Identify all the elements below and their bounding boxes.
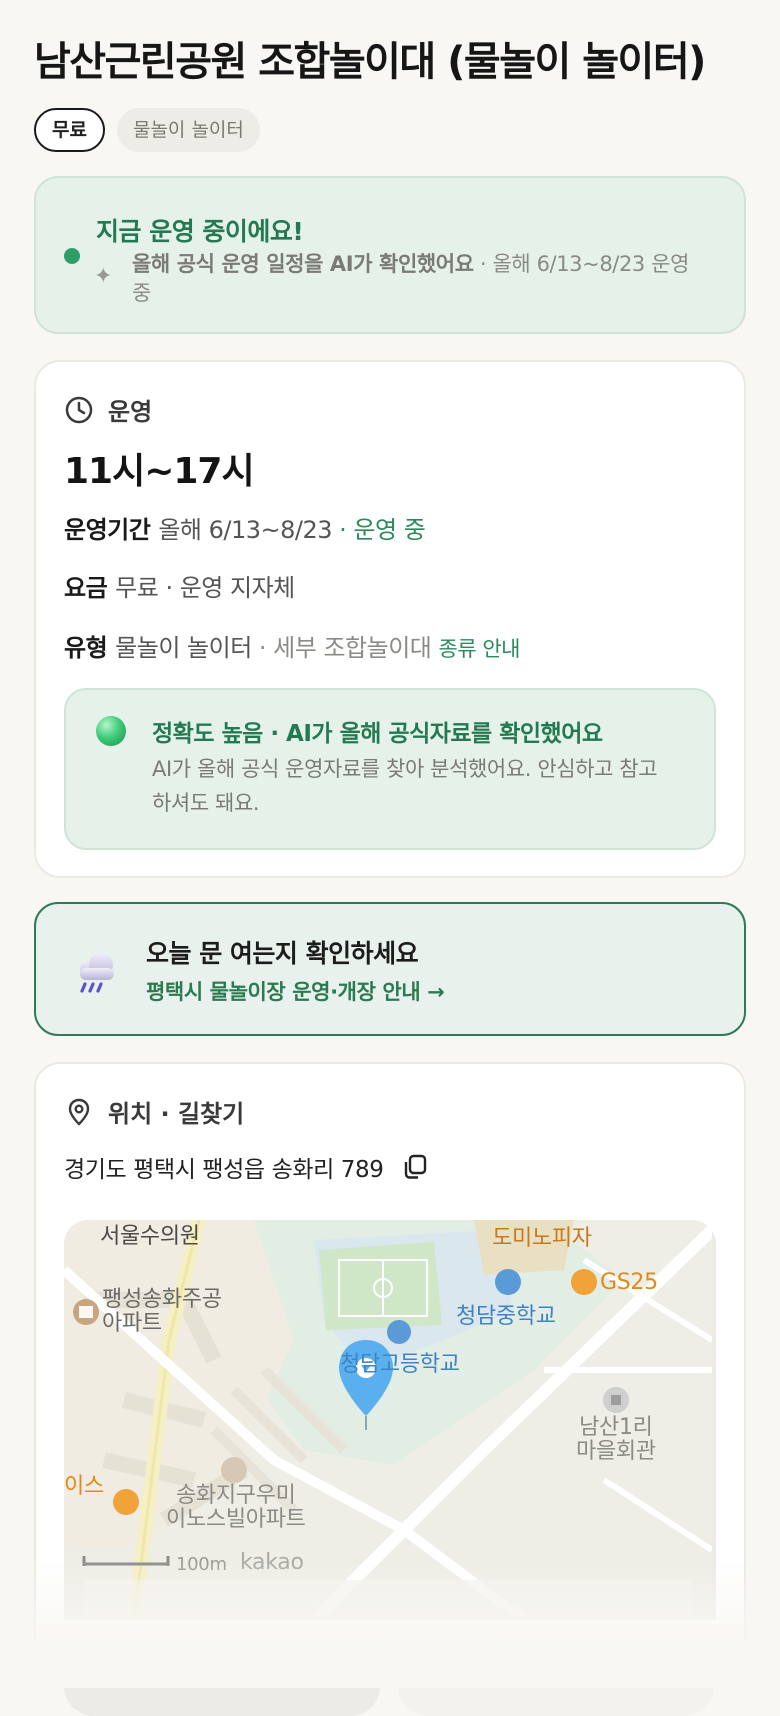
- page-title: 남산근린공원 조합놀이대 (물놀이 놀이터): [34, 39, 706, 85]
- type-guide-link[interactable]: 종류 안내: [439, 637, 521, 661]
- period-status: · 운영 중: [339, 516, 426, 544]
- type-row: 유형 물놀이 놀이터 · 세부 조합놀이대 종류 안내: [64, 628, 520, 663]
- map-label-middle-school: 청담중학교: [456, 1304, 556, 1329]
- location-heading-label: 위치 · 길찾기: [108, 1100, 245, 1128]
- map-label-village-hall: 남산1리 마을회관: [576, 1416, 656, 1464]
- operating-hours: 11시~17시: [64, 451, 255, 492]
- accuracy-orb-icon: [96, 716, 126, 746]
- period-value: 올해 6/13~8/23: [158, 516, 333, 544]
- fee-value: 무료 · 운영 지자체: [115, 574, 295, 602]
- map-label-village-hall-line1: 남산1리: [579, 1415, 653, 1440]
- fee-label: 요금: [64, 574, 108, 602]
- map-label-apartment2-line2: 이노스빌아파트: [166, 1507, 306, 1532]
- map-label-village-hall-line2: 마을회관: [576, 1439, 656, 1464]
- type-detail: · 세부 조합놀이대: [258, 634, 432, 662]
- location-pin-icon: [64, 1097, 94, 1127]
- type-tag: 물놀이 놀이터: [116, 108, 260, 152]
- today-check-title: 오늘 문 여는지 확인하세요: [146, 939, 419, 968]
- type-label: 유형: [64, 634, 108, 662]
- operation-card: 운영 11시~17시 운영기간 올해 6/13~8/23 · 운영 중 요금 무료 …: [34, 360, 746, 878]
- rain-cloud-icon: [72, 948, 120, 996]
- operation-heading: 운영: [64, 392, 152, 427]
- map-label-high-school: 청담고등학교: [340, 1352, 460, 1377]
- map-label-pizza: 도미노피자: [492, 1226, 592, 1251]
- map-label-clinic: 서울수의원: [100, 1224, 200, 1249]
- tag-list: 무료 물놀이 놀이터: [34, 108, 746, 152]
- period-label: 운영기간: [64, 516, 151, 544]
- sparkle-icon: ✦: [94, 264, 113, 289]
- operation-heading-label: 운영: [108, 398, 153, 426]
- accuracy-box: 정확도 높음 · AI가 올해 공식자료를 확인했어요 AI가 올해 공식 운영…: [64, 688, 716, 850]
- clock-icon: [64, 395, 94, 425]
- location-heading: 위치 · 길찾기: [64, 1094, 244, 1129]
- operating-status-banner: 지금 운영 중이에요! ✦ 올해 공식 운영 일정을 AI가 확인했어요 · 올…: [34, 176, 746, 334]
- map-label-apartment2: 송화지구우미 이노스빌아파트: [166, 1484, 306, 1532]
- map-label-apartment1-line1: 팽성송화주공: [102, 1287, 222, 1312]
- period-row: 운영기간 올해 6/13~8/23 · 운영 중: [64, 510, 426, 545]
- status-dot-icon: [64, 248, 80, 264]
- map-label-gs25: GS25: [600, 1270, 658, 1295]
- status-title: 지금 운영 중이에요!: [96, 217, 304, 246]
- fee-row: 요금 무료 · 운영 지자체: [64, 568, 295, 603]
- today-check-card[interactable]: 오늘 문 여는지 확인하세요 평택시 물놀이장 운영·개장 안내 →: [34, 902, 746, 1036]
- address-row: 경기도 평택시 팽성읍 송화리 789: [64, 1150, 429, 1184]
- copy-icon[interactable]: [401, 1153, 429, 1181]
- map-label-apartment1-line2: 아파트: [102, 1311, 162, 1336]
- accuracy-text: AI가 올해 공식 운영자료를 찾아 분석했어요. 안심하고 참고하셔도 돼요.: [152, 757, 658, 815]
- accuracy-title: 정확도 높음 · AI가 올해 공식자료를 확인했어요: [152, 721, 603, 747]
- map-label-apartment1: 팽성송화주공 아파트: [102, 1288, 222, 1336]
- status-verified-text: 올해 공식 운영 일정을 AI가 확인했어요: [132, 252, 474, 276]
- bottom-fade-overlay: [0, 1560, 780, 1688]
- address-text: 경기도 평택시 팽성읍 송화리 789: [64, 1157, 384, 1183]
- map-label-apartment2-line1: 송화지구우미: [175, 1483, 296, 1508]
- map-label-cafe: 이스: [64, 1474, 104, 1499]
- type-value: 물놀이 놀이터: [115, 634, 252, 662]
- city-notice-link[interactable]: 평택시 물놀이장 운영·개장 안내 →: [146, 976, 445, 1006]
- fee-tag: 무료: [34, 108, 105, 152]
- status-description: 올해 공식 운영 일정을 AI가 확인했어요 · 올해 6/13~8/23 운영…: [132, 250, 714, 308]
